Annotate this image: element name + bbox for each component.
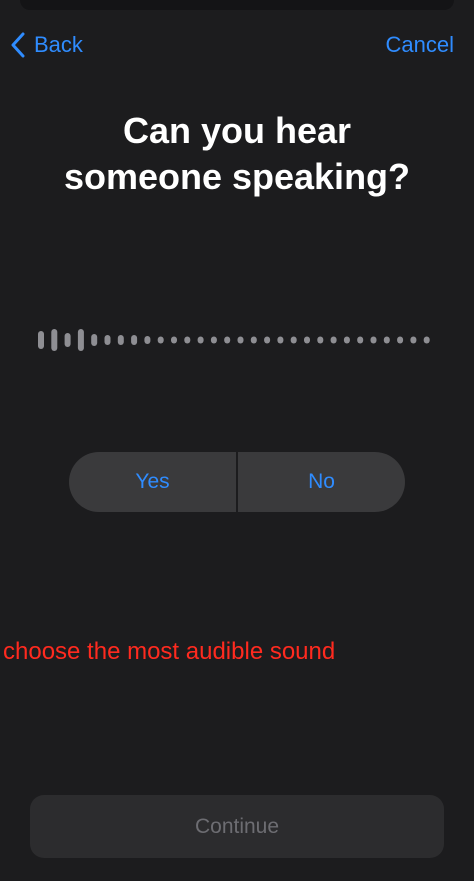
waveform-bar [317,336,324,344]
waveform-bar [357,336,364,344]
waveform-bar [423,336,430,344]
sheet-top-edge [20,0,454,10]
waveform-bar [51,329,58,351]
waveform-bar [38,331,44,349]
back-button[interactable]: Back [10,28,83,62]
waveform-bar [410,336,417,344]
waveform-bar [77,329,84,351]
cancel-button[interactable]: Cancel [386,28,454,62]
waveform-bar [184,336,191,344]
waveform-bar [264,336,271,344]
back-label: Back [34,32,83,57]
yes-no-selector: Yes No [69,452,405,512]
waveform-bar [304,336,310,344]
title-line-1: Can you hear [122,110,352,151]
waveform-bar [224,336,231,344]
waveform-bar [343,336,350,344]
waveform-bar [290,336,297,344]
waveform-bar [64,333,71,347]
waveform-bar [277,336,284,344]
waveform-bar [330,336,337,344]
chevron-left-icon [11,32,25,58]
page-title: Can you hear someone speaking? [0,108,474,200]
waveform-bar [91,334,98,346]
waveform-bar [104,335,111,345]
waveform-bar [250,336,257,344]
waveform-bar [117,335,124,345]
waveform-bar [237,336,244,344]
hint-annotation: choose the most audible sound [3,638,336,665]
title-line-2: someone speaking? [63,156,411,197]
waveform-bar [397,336,404,344]
audio-waveform [38,329,430,351]
waveform-bar [171,336,177,344]
hearing-test-sheet: Back Cancel Can you hear someone speakin… [0,0,474,881]
waveform-bar [210,336,217,344]
waveform-bar [197,336,204,344]
no-button[interactable]: No [238,452,405,512]
waveform-bar [131,335,138,345]
waveform-bar [157,336,164,344]
yes-button[interactable]: Yes [69,452,236,512]
waveform-bar [383,336,390,344]
waveform-bar [370,336,377,344]
waveform-bar [144,336,151,344]
continue-button[interactable]: Continue [30,795,444,858]
